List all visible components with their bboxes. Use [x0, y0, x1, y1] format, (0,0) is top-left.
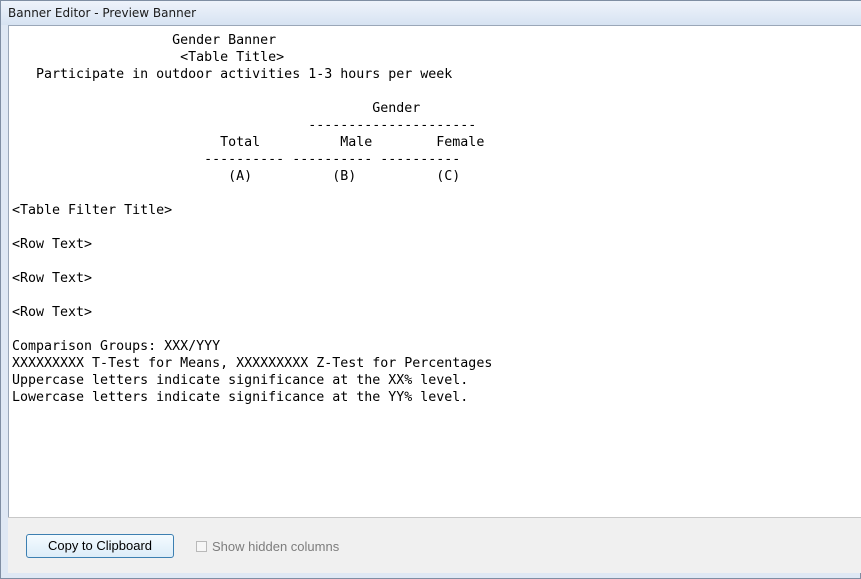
preview-line: Gender [12, 101, 421, 116]
show-hidden-columns-option[interactable]: Show hidden columns [196, 537, 339, 555]
title-bar[interactable]: Banner Editor - Preview Banner [1, 1, 861, 25]
preview-pane: Gender Banner <Table Title> Participate … [8, 25, 861, 517]
preview-line: (A) (B) (C) [12, 169, 461, 184]
banner-editor-window: Banner Editor - Preview Banner Gender Ba… [0, 0, 861, 579]
preview-line: ---------- ---------- ---------- [12, 152, 461, 167]
preview-line: <Table Title> [12, 50, 285, 65]
preview-line: Participate in outdoor activities 1-3 ho… [12, 67, 453, 82]
preview-line: Total Male Female [12, 135, 485, 150]
copy-to-clipboard-button[interactable]: Copy to Clipboard [26, 534, 174, 558]
banner-preview-text: Gender Banner <Table Title> Participate … [12, 32, 492, 406]
preview-line: <Row Text> [12, 271, 93, 286]
show-hidden-columns-label: Show hidden columns [212, 538, 340, 554]
preview-line: XXXXXXXXX T-Test for Means, XXXXXXXXX Z-… [12, 356, 493, 371]
preview-line: Lowercase letters indicate significance … [12, 390, 469, 405]
preview-line: <Row Text> [12, 237, 93, 252]
preview-line: <Row Text> [12, 305, 93, 320]
preview-line: Uppercase letters indicate significance … [12, 373, 469, 388]
preview-line: --------------------- [12, 118, 477, 133]
footer-bar: Copy to Clipboard Show hidden columns [8, 517, 861, 573]
show-hidden-columns-checkbox[interactable] [196, 540, 207, 552]
window-title: Banner Editor - Preview Banner [8, 6, 197, 20]
preview-line: Comparison Groups: XXX/YYY [12, 339, 221, 354]
preview-line: <Table Filter Title> [12, 203, 173, 218]
preview-line: Gender Banner [12, 33, 277, 48]
